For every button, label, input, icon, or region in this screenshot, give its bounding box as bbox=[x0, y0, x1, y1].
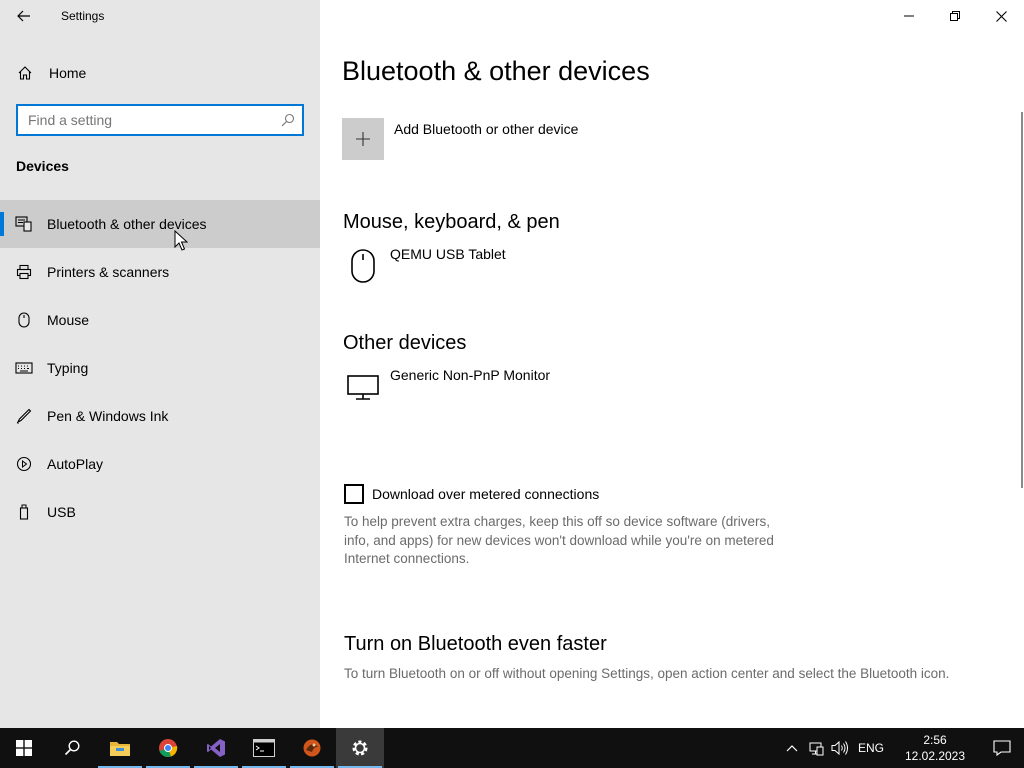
group-title-input-devices: Mouse, keyboard, & pen bbox=[343, 211, 560, 233]
taskbar-chrome[interactable] bbox=[144, 728, 192, 768]
back-arrow-icon bbox=[17, 10, 30, 22]
device-name: Generic Non-PnP Monitor bbox=[390, 367, 551, 383]
app-title: Settings bbox=[61, 9, 105, 23]
restore-icon bbox=[950, 11, 960, 21]
group-title-other-devices: Other devices bbox=[343, 332, 467, 354]
close-button[interactable] bbox=[978, 0, 1024, 32]
chrome-icon bbox=[159, 739, 178, 758]
printer-icon bbox=[15, 263, 33, 281]
minimize-button[interactable] bbox=[886, 0, 932, 32]
clock-time: 2:56 bbox=[923, 733, 947, 747]
visual-studio-icon bbox=[207, 739, 225, 757]
add-device-button[interactable]: Add Bluetooth or other device bbox=[342, 118, 578, 160]
taskbar-app[interactable] bbox=[288, 728, 336, 768]
taskbar: ENG 2:56 12.02.2023 bbox=[0, 728, 1024, 768]
system-tray: ENG 2:56 12.02.2023 bbox=[780, 728, 1024, 768]
plus-icon bbox=[356, 132, 370, 146]
nav-home[interactable]: Home bbox=[0, 56, 320, 90]
usb-icon bbox=[15, 503, 33, 521]
input-language[interactable]: ENG bbox=[852, 741, 890, 755]
mouse-icon bbox=[15, 311, 33, 329]
pen-icon bbox=[15, 407, 33, 425]
network-button[interactable] bbox=[804, 728, 828, 768]
navigation-pane: Settings Home Devices Bluetooth & other … bbox=[0, 0, 320, 728]
search-icon bbox=[64, 740, 80, 756]
nav-item-label: Mouse bbox=[47, 312, 90, 328]
nav-item-label: Bluetooth & other devices bbox=[47, 216, 207, 232]
nav-item-printers[interactable]: Printers & scanners bbox=[0, 248, 320, 296]
device-generic-monitor[interactable]: Generic Non-PnP Monitor bbox=[343, 367, 550, 407]
nav-item-label: Typing bbox=[47, 360, 89, 376]
nav-item-mouse[interactable]: Mouse bbox=[0, 296, 320, 344]
metered-connections-label: Download over metered connections bbox=[372, 486, 600, 502]
nav-item-typing[interactable]: Typing bbox=[0, 344, 320, 392]
add-device-tile bbox=[342, 118, 384, 160]
search-icon[interactable] bbox=[274, 113, 302, 127]
taskbar-terminal[interactable] bbox=[240, 728, 288, 768]
search-input[interactable] bbox=[18, 106, 274, 134]
metered-connections-checkbox[interactable] bbox=[344, 484, 364, 504]
nav-item-label: AutoPlay bbox=[47, 456, 104, 472]
clock[interactable]: 2:56 12.02.2023 bbox=[890, 732, 980, 764]
metered-help-text: To help prevent extra charges, keep this… bbox=[344, 514, 774, 566]
nav-item-pen[interactable]: Pen & Windows Ink bbox=[0, 392, 320, 440]
home-icon bbox=[17, 65, 33, 81]
taskbar-file-explorer[interactable] bbox=[96, 728, 144, 768]
action-center-button[interactable] bbox=[980, 728, 1024, 768]
file-explorer-icon bbox=[110, 742, 130, 756]
app-icon bbox=[303, 739, 321, 757]
notification-icon bbox=[993, 740, 1011, 756]
keyboard-icon bbox=[15, 359, 33, 377]
terminal-icon bbox=[253, 739, 275, 757]
mouse-icon bbox=[343, 246, 383, 286]
clock-date: 12.02.2023 bbox=[904, 749, 966, 763]
volume-icon bbox=[831, 740, 848, 756]
nav-home-label: Home bbox=[49, 65, 87, 81]
nav-item-label: Printers & scanners bbox=[47, 264, 170, 280]
device-qemu-usb-tablet[interactable]: QEMU USB Tablet bbox=[343, 246, 506, 286]
restore-button[interactable] bbox=[932, 0, 978, 32]
start-icon bbox=[16, 740, 32, 756]
nav-list: Bluetooth & other devices Printers & sca… bbox=[0, 200, 320, 536]
chevron-up-icon bbox=[786, 745, 798, 752]
add-device-label: Add Bluetooth or other device bbox=[394, 121, 579, 137]
bluetooth-faster-description: To turn Bluetooth on or off without open… bbox=[344, 666, 950, 681]
network-icon bbox=[809, 742, 824, 756]
start-button[interactable] bbox=[0, 728, 48, 768]
taskbar-visual-studio[interactable] bbox=[192, 728, 240, 768]
monitor-icon bbox=[343, 367, 383, 407]
nav-section-header: Devices bbox=[16, 158, 69, 174]
main-content: Bluetooth & other devices Add Bluetooth … bbox=[320, 0, 1024, 728]
page-title: Bluetooth & other devices bbox=[342, 56, 650, 86]
nav-item-label: Pen & Windows Ink bbox=[47, 408, 169, 424]
nav-item-usb[interactable]: USB bbox=[0, 488, 320, 536]
show-hidden-icons-button[interactable] bbox=[780, 728, 804, 768]
minimize-icon bbox=[904, 15, 914, 17]
close-icon bbox=[995, 10, 1007, 22]
bluetooth-devices-icon bbox=[15, 215, 33, 233]
scrollbar[interactable] bbox=[1021, 112, 1023, 488]
metered-connections-option[interactable]: Download over metered connections bbox=[344, 484, 599, 504]
taskbar-search-button[interactable] bbox=[48, 728, 96, 768]
device-name: QEMU USB Tablet bbox=[390, 246, 506, 262]
taskbar-settings[interactable] bbox=[336, 728, 384, 768]
settings-icon bbox=[352, 740, 368, 756]
nav-item-bluetooth[interactable]: Bluetooth & other devices bbox=[0, 200, 320, 248]
nav-item-autoplay[interactable]: AutoPlay bbox=[0, 440, 320, 488]
nav-item-label: USB bbox=[47, 504, 76, 520]
search-box[interactable] bbox=[16, 104, 304, 136]
autoplay-icon bbox=[15, 455, 33, 473]
volume-button[interactable] bbox=[828, 728, 852, 768]
back-button[interactable] bbox=[0, 0, 48, 32]
bluetooth-faster-title: Turn on Bluetooth even faster bbox=[344, 633, 607, 655]
